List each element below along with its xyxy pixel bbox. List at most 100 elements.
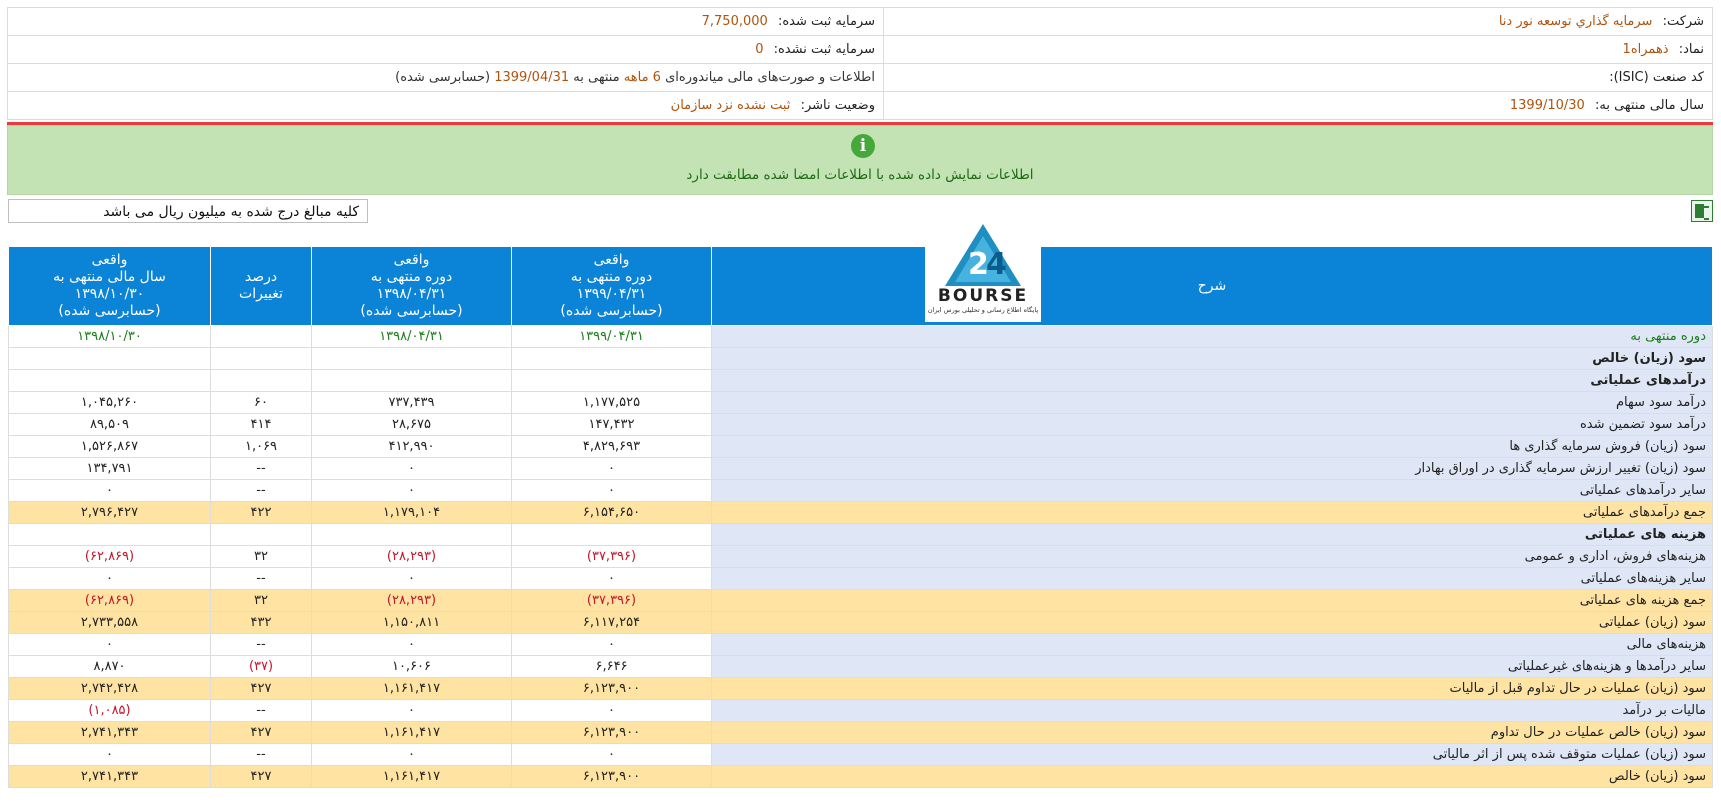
svg-text:4: 4 xyxy=(986,247,1007,282)
bourse-logo-word: BOURSE xyxy=(937,286,1029,306)
report-date: 1399/04/31 xyxy=(494,70,570,85)
table-row: سایر درآمدهای عملیاتی ۰ ۰ -- ۰ xyxy=(8,479,1713,502)
row-fiscal-year-cell: ۱۳۹۸/۱۰/۳۰ xyxy=(8,325,211,348)
row-fiscal-year-cell: ۱,۵۲۶,۸۶۷ xyxy=(8,435,211,458)
table-row: جمع درآمدهای عملیاتی ۶,۱۵۴,۶۵۰ ۱,۱۷۹,۱۰۴ ۴۲… xyxy=(8,501,1713,524)
row-change-cell: -- xyxy=(210,633,312,656)
row-desc-cell: سود (زیان) تغییر ارزش سرمایه گذاری در او… xyxy=(711,457,1713,480)
row-change-cell: ۶۰ xyxy=(210,391,312,414)
col-header-desc: شرح xyxy=(711,246,1713,326)
table-header-row: شرح واقعی دوره منتهی به ۱۳۹۹/۰۴/۳۱ (حساب… xyxy=(8,246,1713,326)
company-value: سرمايه گذاري توسعه نور دنا xyxy=(1498,14,1653,29)
row-change-cell xyxy=(210,369,312,392)
row-prior-period-cell: ۲۸,۶۷۵ xyxy=(311,413,512,436)
row-desc-cell: سود (زیان) خالص xyxy=(711,347,1713,370)
table-row: سود (زیان) فروش سرمایه گذاری ها ۴,۸۲۹,۶۹۳… xyxy=(8,435,1713,458)
financial-table: شرح واقعی دوره منتهی به ۱۳۹۹/۰۴/۳۱ (حساب… xyxy=(8,246,1713,788)
row-change-cell: -- xyxy=(210,699,312,722)
row-desc-cell: سود (زیان) خالص عملیات در حال تداوم xyxy=(711,721,1713,744)
fiscal-year-cell: سال مالی منتهی به: 1399/10/30 xyxy=(883,91,1713,120)
row-desc-cell: سود (زیان) عملیات در حال تداوم قبل از ما… xyxy=(711,677,1713,700)
table-row: سایر درآمدها و هزینه‌های غیرعملیاتی ۶,۶۴۶… xyxy=(8,655,1713,678)
row-change-cell: -- xyxy=(210,743,312,766)
table-row: سود (زیان) خالص xyxy=(8,347,1713,370)
row-desc-cell: جمع هزینه های عملیاتی xyxy=(711,589,1713,612)
row-current-period-cell: ۶,۱۱۷,۲۵۴ xyxy=(511,611,712,634)
publisher-status-label: وضعیت ناشر: xyxy=(800,98,875,113)
row-fiscal-year-cell: ۰ xyxy=(8,567,211,590)
row-prior-period-cell: ۰ xyxy=(311,699,512,722)
row-change-cell xyxy=(210,325,312,348)
row-fiscal-year-cell: ۲,۷۳۳,۵۵۸ xyxy=(8,611,211,634)
row-fiscal-year-cell: ۲,۷۴۱,۳۴۳ xyxy=(8,765,211,788)
row-desc-cell: سود (زیان) عملیات متوقف شده پس از اثر ما… xyxy=(711,743,1713,766)
row-fiscal-year-cell xyxy=(8,369,211,392)
publisher-status-value: ثبت نشده نزد سازمان xyxy=(670,98,791,113)
row-current-period-cell: ۶,۱۲۳,۹۰۰ xyxy=(511,677,712,700)
table-row: درآمدهای عملیاتی xyxy=(8,369,1713,392)
registered-capital-value: 7,750,000 xyxy=(701,14,768,29)
table-row: هزینه‌های مالی ۰ ۰ -- ۰ xyxy=(8,633,1713,656)
row-desc-cell: درآمد سود سهام xyxy=(711,391,1713,414)
row-change-cell: (۳۷) xyxy=(210,655,312,678)
table-row: سود (زیان) عملیات متوقف شده پس از اثر ما… xyxy=(8,743,1713,766)
excel-export-icon[interactable] xyxy=(1691,200,1713,222)
company-cell: شرکت: سرمايه گذاري توسعه نور دنا xyxy=(883,7,1713,36)
unregistered-capital-value: 0 xyxy=(755,42,764,57)
row-current-period-cell: ۰ xyxy=(511,633,712,656)
row-desc-cell: هزینه های عملیاتی xyxy=(711,523,1713,546)
row-current-period-cell: ۴,۸۲۹,۶۹۳ xyxy=(511,435,712,458)
row-current-period-cell: ۶,۶۴۶ xyxy=(511,655,712,678)
row-desc-cell: سایر درآمدها و هزینه‌های غیرعملیاتی xyxy=(711,655,1713,678)
symbol-cell: نماد: ذهمراه1 xyxy=(883,35,1713,64)
row-change-cell: -- xyxy=(210,479,312,502)
verification-notice: i اطلاعات نمایش داده شده با اطلاعات امضا… xyxy=(7,125,1713,195)
report-info-cell: اطلاعات و صورت‌های مالی میاندوره‌ای 6 ما… xyxy=(7,63,884,92)
col-header-current-period: واقعی دوره منتهی به ۱۳۹۹/۰۴/۳۱ (حسابرسی … xyxy=(511,246,712,326)
row-change-cell: ۴۲۷ xyxy=(210,765,312,788)
row-current-period-cell: ۱۳۹۹/۰۴/۳۱ xyxy=(511,325,712,348)
row-prior-period-cell xyxy=(311,347,512,370)
info-icon: i xyxy=(851,134,875,158)
row-prior-period-cell: ۷۳۷,۴۳۹ xyxy=(311,391,512,414)
table-row: سود (زیان) تغییر ارزش سرمایه گذاری در او… xyxy=(8,457,1713,480)
row-prior-period-cell: (۲۸,۲۹۳) xyxy=(311,589,512,612)
row-desc-cell: سود (زیان) فروش سرمایه گذاری ها xyxy=(711,435,1713,458)
row-desc-cell: مالیات بر درآمد xyxy=(711,699,1713,722)
table-row: درآمد سود سهام ۱,۱۷۷,۵۲۵ ۷۳۷,۴۳۹ ۶۰ ۱,۰۴۵,۲۶… xyxy=(8,391,1713,414)
col-header-fiscal-year: واقعی سال مالی منتهی به ۱۳۹۸/۱۰/۳۰ (حساب… xyxy=(8,246,211,326)
row-current-period-cell: ۰ xyxy=(511,743,712,766)
row-desc-cell: دوره منتهی به xyxy=(711,325,1713,348)
unregistered-capital-label: سرمایه ثبت نشده: xyxy=(773,42,875,57)
row-desc-cell: سود (زیان) خالص xyxy=(711,765,1713,788)
row-change-cell: ۴۳۲ xyxy=(210,611,312,634)
row-current-period-cell: ۰ xyxy=(511,699,712,722)
row-fiscal-year-cell: ۱۳۴,۷۹۱ xyxy=(8,457,211,480)
row-prior-period-cell: ۱,۱۷۹,۱۰۴ xyxy=(311,501,512,524)
row-fiscal-year-cell: ۲,۷۴۲,۴۲۸ xyxy=(8,677,211,700)
row-fiscal-year-cell: ۸,۸۷۰ xyxy=(8,655,211,678)
row-prior-period-cell: ۰ xyxy=(311,479,512,502)
symbol-value: ذهمراه1 xyxy=(1622,42,1669,57)
publisher-status-cell: وضعیت ناشر: ثبت نشده نزد سازمان xyxy=(7,91,884,120)
fiscal-year-label: سال مالی منتهی به: xyxy=(1594,98,1704,113)
row-change-cell: ۴۲۲ xyxy=(210,501,312,524)
bourse-logo: 2 4 BOURSE پایگاه اطلاع رسانی و تحلیلی ب… xyxy=(925,212,1041,322)
table-row: سایر هزینه‌های عملیاتی ۰ ۰ -- ۰ xyxy=(8,567,1713,590)
row-current-period-cell: ۰ xyxy=(511,457,712,480)
row-fiscal-year-cell: (۶۲,۸۶۹) xyxy=(8,545,211,568)
row-current-period-cell: ۰ xyxy=(511,479,712,502)
row-prior-period-cell: ۱,۱۶۱,۴۱۷ xyxy=(311,677,512,700)
row-fiscal-year-cell: ۲,۷۹۶,۴۲۷ xyxy=(8,501,211,524)
table-row: هزینه های عملیاتی xyxy=(8,523,1713,546)
row-change-cell: ۴۲۷ xyxy=(210,721,312,744)
row-desc-cell: درآمدهای عملیاتی xyxy=(711,369,1713,392)
registered-capital-cell: سرمایه ثبت شده: 7,750,000 xyxy=(7,7,884,36)
row-change-cell: -- xyxy=(210,567,312,590)
row-current-period-cell: (۳۷,۳۹۶) xyxy=(511,545,712,568)
report-suffix: (حسابرسی شده) xyxy=(395,70,491,85)
col-header-prior-period: واقعی دوره منتهی به ۱۳۹۸/۰۴/۳۱ (حسابرسی … xyxy=(311,246,512,326)
row-prior-period-cell xyxy=(311,523,512,546)
row-change-cell: ۴۲۷ xyxy=(210,677,312,700)
row-prior-period-cell: ۱۳۹۸/۰۴/۳۱ xyxy=(311,325,512,348)
